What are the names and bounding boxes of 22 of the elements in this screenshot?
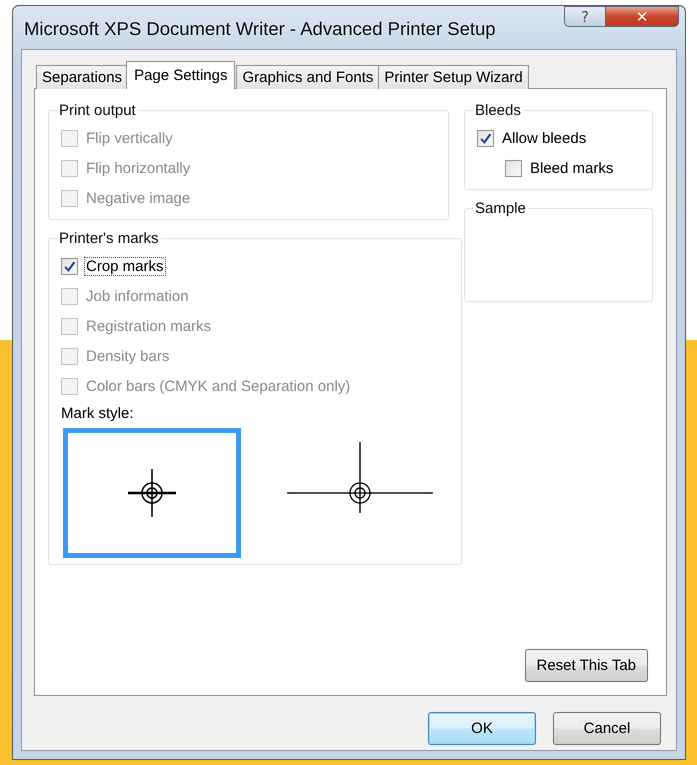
checkbox[interactable] (61, 258, 78, 274)
mark-style-option[interactable] (63, 428, 241, 558)
mark-style-label: Mark style: (61, 405, 135, 422)
close-button[interactable]: ✕ (606, 6, 679, 27)
reset-button[interactable]: Reset This Tab (524, 649, 648, 682)
checkbox-label[interactable]: Allow bleeds (500, 128, 588, 148)
group-title: Sample (474, 200, 527, 217)
checkbox[interactable] (477, 130, 494, 146)
group-title: Print output (58, 102, 137, 119)
group-title: Printer's marks (58, 230, 160, 247)
dialog-button[interactable]: Cancel (553, 712, 661, 745)
tab[interactable]: Separations (36, 65, 128, 89)
tab[interactable]: Printer Setup Wizard (378, 65, 529, 89)
checkbox-label[interactable]: Bleed marks (528, 158, 616, 178)
window-title: Microsoft XPS Document Writer - Advanced Printer Setup (24, 18, 496, 40)
tab[interactable]: Page Settings (126, 61, 236, 89)
group-title: Bleeds (474, 102, 522, 119)
dialog-button[interactable]: OK (428, 712, 536, 745)
checkbox-label[interactable]: Crop marks (84, 256, 166, 276)
help-button[interactable]: ? (564, 6, 606, 27)
checkbox[interactable] (505, 160, 522, 176)
tab[interactable]: Graphics and Fonts (236, 65, 380, 89)
